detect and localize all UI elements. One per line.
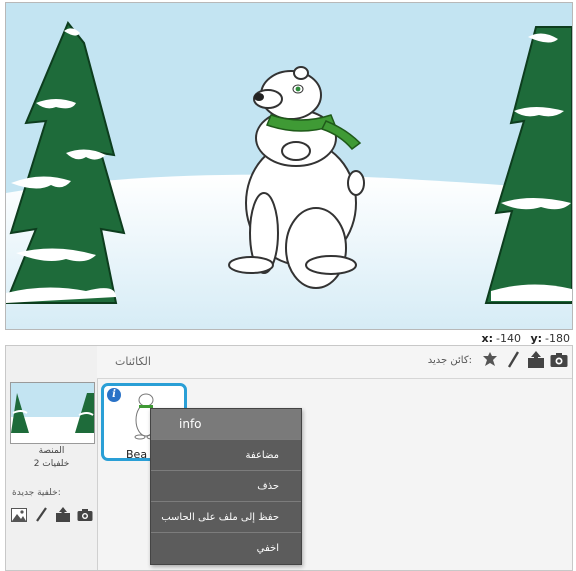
stage-column: المنصة خلفيات 2 خلفية جديدة:: [6, 346, 98, 570]
info-icon[interactable]: i: [107, 388, 121, 402]
upload-icon[interactable]: [54, 506, 72, 524]
upload-icon[interactable]: [527, 351, 545, 369]
camera-icon[interactable]: [76, 506, 94, 524]
paint-brush-icon[interactable]: [504, 351, 522, 369]
sprite-name: Bea: [126, 448, 148, 461]
sprite-library-icon[interactable]: [481, 351, 499, 369]
sprites-title: الكائنات: [115, 355, 151, 368]
menu-item-duplicate[interactable]: مضاعفة: [151, 440, 301, 471]
stage-thumbnail-image: [11, 383, 94, 443]
menu-item-delete[interactable]: حذف: [151, 471, 301, 502]
menu-item-info[interactable]: info: [151, 409, 301, 440]
x-value: -140: [495, 332, 521, 345]
stage-canvas[interactable]: [5, 2, 573, 330]
new-sprite-toolbar: كائن جديد:: [428, 351, 568, 369]
stage-label: المنصة: [38, 446, 65, 456]
sprite-context-menu: info مضاعفة حذف حفظ إلى ملف على الحاسب ا…: [150, 408, 302, 565]
stage-scene: [6, 3, 572, 329]
sprites-header: الكائنات كائن جديد:: [97, 346, 572, 379]
camera-icon[interactable]: [550, 351, 568, 369]
mouse-coordinates: x: -140 y: -180: [481, 332, 570, 345]
menu-item-save-to-computer[interactable]: حفظ إلى ملف على الحاسب: [151, 502, 301, 533]
stage-thumbnail[interactable]: [10, 382, 95, 444]
new-backdrop-label: خلفية جديدة:: [12, 488, 61, 498]
new-sprite-label: كائن جديد:: [427, 354, 472, 366]
new-backdrop-tools: [10, 506, 94, 524]
y-value: -180: [545, 332, 570, 345]
backdrop-count: خلفيات 2: [33, 459, 70, 469]
landscape-icon[interactable]: [10, 506, 28, 524]
paint-brush-icon[interactable]: [32, 506, 50, 524]
menu-item-hide[interactable]: اخفي: [151, 533, 301, 564]
